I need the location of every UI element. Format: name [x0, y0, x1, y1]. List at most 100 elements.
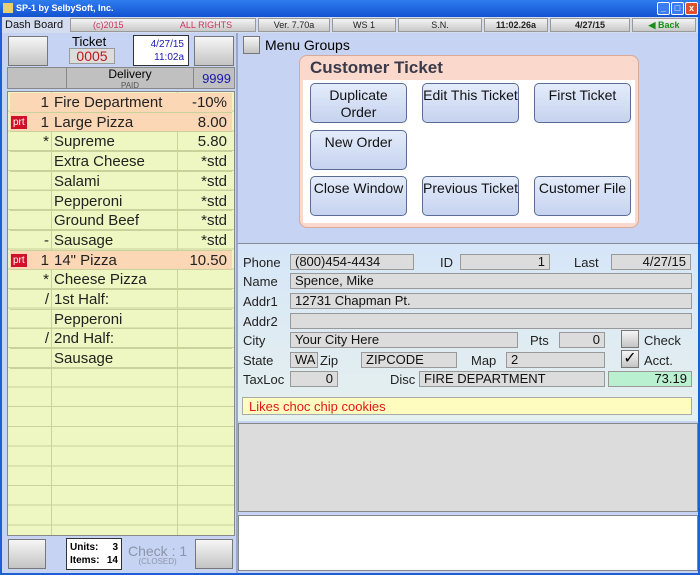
disc-label: Disc: [390, 372, 416, 387]
map-field[interactable]: 2: [506, 352, 605, 368]
state-label: State: [243, 353, 274, 368]
item-qty: /: [44, 330, 49, 348]
checkmark-icon: ✓: [623, 350, 637, 367]
customer-ticket-panel: Customer Ticket Duplicate Order Edit Thi…: [299, 55, 639, 228]
message-panel: [238, 515, 698, 571]
name-field[interactable]: Spence, Mike: [290, 273, 692, 289]
order-item[interactable]: / 1st Half:: [10, 290, 232, 310]
order-item[interactable]: Sausage: [10, 349, 232, 369]
right-bottom-button[interactable]: [195, 539, 233, 569]
addr2-field[interactable]: [290, 313, 692, 329]
addr1-field[interactable]: 12731 Chapman Pt.: [290, 293, 692, 309]
order-list[interactable]: 1 Fire Department -10% prt 1 Large Pizza 8.00 *…: [7, 91, 235, 536]
item-name: 2nd Half:: [54, 330, 115, 348]
taxloc-field[interactable]: 0: [290, 371, 338, 387]
maximize-button[interactable]: □: [671, 2, 684, 15]
check-label: Check: [644, 333, 681, 348]
name-label: Name: [243, 274, 278, 289]
workstation: WS 1: [332, 18, 396, 32]
menu-groups-label: Menu Groups: [265, 37, 350, 53]
order-item[interactable]: prt 1 Large Pizza 8.00: [10, 112, 232, 133]
balance-field: 73.19: [608, 371, 692, 387]
right-top-button[interactable]: [194, 36, 234, 66]
order-item[interactable]: Ground Beef *std: [10, 211, 232, 231]
order-item[interactable]: prt 1 14" Pizza 10.50: [10, 250, 232, 271]
left-bottom-button[interactable]: [8, 539, 46, 569]
order-item[interactable]: Pepperoni: [10, 310, 232, 330]
phone-field[interactable]: (800)454-4434: [290, 254, 414, 270]
left-top-button[interactable]: [8, 36, 48, 66]
phone-label: Phone: [243, 255, 281, 270]
order-item[interactable]: 1 Fire Department -10%: [10, 93, 232, 113]
ticket-datetime: 4/27/15 11:02a: [133, 35, 189, 66]
duplicate-order-button[interactable]: Duplicate Order: [310, 83, 407, 123]
item-name: Extra Cheese: [54, 153, 145, 171]
last-field[interactable]: 4/27/15: [611, 254, 691, 270]
map-label: Map: [471, 353, 497, 368]
item-price: 5.80: [197, 133, 227, 151]
id-field[interactable]: 1: [460, 254, 550, 270]
order-item[interactable]: * Cheese Pizza: [10, 270, 232, 290]
back-arrow-icon: ◀: [648, 20, 658, 30]
edit-ticket-button[interactable]: Edit This Ticket: [422, 83, 519, 123]
item-name: Ground Beef: [54, 212, 140, 230]
zip-field[interactable]: ZIPCODE: [361, 352, 457, 368]
new-order-button[interactable]: New Order: [310, 130, 407, 170]
version: Ver. 7.70a: [258, 18, 330, 32]
order-item[interactable]: - Sausage *std: [10, 231, 232, 251]
customer-file-button[interactable]: Customer File: [534, 176, 631, 216]
item-name: Supreme: [54, 133, 115, 151]
item-qty: 1: [40, 113, 49, 131]
serial-number: S.N.: [398, 18, 482, 32]
order-item[interactable]: / 2nd Half:: [10, 329, 232, 350]
item-price: *std: [201, 172, 227, 190]
item-qty: /: [44, 291, 49, 308]
date: 4/27/15: [550, 18, 630, 32]
totals: Units: 3 Items: 14: [66, 538, 122, 570]
zip-label: Zip: [320, 353, 339, 368]
check-checkbox[interactable]: [621, 330, 639, 348]
order-item[interactable]: * Supreme 5.80: [10, 132, 232, 153]
last-label: Last: [574, 255, 599, 270]
state-field[interactable]: WA: [290, 352, 318, 368]
previous-ticket-button[interactable]: Previous Ticket: [422, 176, 519, 216]
item-price: 8.00: [197, 113, 227, 131]
driver-code: 9999: [202, 71, 231, 86]
city-field[interactable]: Your City Here: [290, 332, 518, 348]
item-name: Sausage: [54, 350, 114, 368]
item-name: 1st Half:: [54, 291, 110, 308]
order-type[interactable]: Delivery PAID: [66, 68, 194, 90]
order-item[interactable]: Pepperoni *std: [10, 192, 232, 212]
app-icon: [3, 3, 13, 13]
first-ticket-button[interactable]: First Ticket: [534, 83, 631, 123]
item-qty: *: [43, 133, 49, 151]
item-price: *std: [201, 212, 227, 230]
tab-dash-board[interactable]: Dash Board: [5, 19, 63, 31]
clock: 11:02.26a: [484, 18, 548, 32]
copyright: (c)2015: [93, 20, 124, 30]
ticket-number: 0005: [69, 48, 115, 64]
close-button[interactable]: x: [685, 2, 698, 15]
order-item[interactable]: Salami *std: [10, 172, 232, 192]
disc-field[interactable]: FIRE DEPARTMENT: [419, 371, 605, 387]
close-window-button[interactable]: Close Window: [310, 176, 407, 216]
item-qty: 1: [40, 251, 49, 269]
id-label: ID: [440, 255, 453, 270]
item-price: *std: [201, 192, 227, 210]
menu-groups-checkbox[interactable]: [243, 36, 260, 54]
info-panel: [238, 423, 698, 512]
order-type-bar: Delivery PAID 9999: [7, 67, 235, 90]
order-item[interactable]: Extra Cheese *std: [10, 152, 232, 172]
minimize-button[interactable]: _: [657, 2, 670, 15]
pts-field[interactable]: 0: [559, 332, 605, 348]
addr2-label: Addr2: [243, 314, 278, 329]
back-button[interactable]: ◀ Back: [632, 18, 696, 32]
customer-panel: Phone (800)454-4434 ID 1 Last 4/27/15 Na…: [238, 243, 698, 421]
window-title: SP-1 by SelbySoft, Inc.: [16, 3, 114, 13]
copyright-bar: (c)2015 ALL RIGHTS RESERVED: [70, 18, 256, 42]
customer-note[interactable]: Likes choc chip cookies: [242, 397, 692, 415]
acct-checkbox[interactable]: ✓: [621, 350, 639, 368]
item-name: Sausage: [54, 231, 114, 249]
city-label: City: [243, 333, 266, 348]
acct-label: Acct.: [644, 353, 673, 368]
